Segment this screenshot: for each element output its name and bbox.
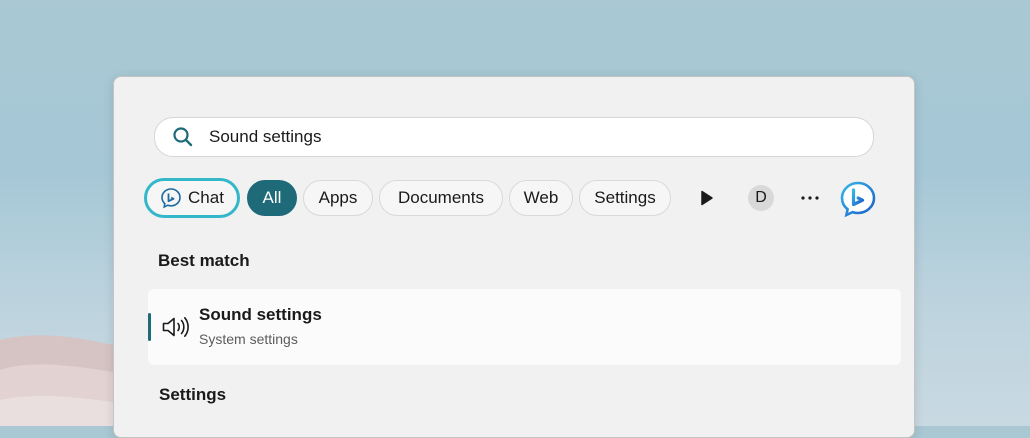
bing-chat-icon [160, 187, 182, 209]
bing-chat-button[interactable] [838, 179, 878, 219]
start-search-panel: Chat All Apps Documents Web Settings D [113, 76, 915, 438]
search-input[interactable] [209, 127, 809, 147]
web-filter-button[interactable]: Web [509, 180, 573, 216]
play-arrow-icon [701, 190, 713, 206]
web-filter-label: Web [523, 188, 559, 207]
search-icon [171, 125, 195, 149]
result-type: System settings [199, 331, 298, 347]
settings-section-heading: Settings [159, 385, 227, 404]
apps-filter-button[interactable]: Apps [303, 180, 373, 216]
more-options-button[interactable] [796, 186, 824, 210]
all-filter-button[interactable]: All [247, 180, 297, 216]
settings-filter-button[interactable]: Settings [579, 180, 671, 216]
documents-filter-label: Documents [398, 188, 484, 207]
speaker-icon [162, 317, 189, 337]
all-filter-label: All [262, 188, 282, 207]
settings-filter-label: Settings [594, 188, 656, 207]
ellipsis-icon [801, 196, 819, 200]
documents-filter-button[interactable]: Documents [379, 180, 503, 216]
chat-filter-label: Chat [188, 188, 224, 207]
best-match-heading: Best match [158, 251, 250, 270]
best-match-result-sound-settings[interactable]: Sound settings System settings [148, 289, 901, 365]
chat-filter-button[interactable]: Chat [144, 178, 240, 218]
bing-logo-icon [840, 181, 876, 218]
apps-filter-label: Apps [318, 188, 358, 207]
result-name: Sound settings [199, 305, 322, 324]
more-filters-arrow-button[interactable] [695, 186, 719, 210]
selection-indicator [148, 313, 151, 341]
search-box[interactable] [154, 117, 874, 157]
avatar-initial: D [755, 189, 767, 206]
filter-bar: Chat All Apps Documents Web Settings D [144, 178, 884, 218]
account-avatar[interactable]: D [748, 185, 774, 211]
